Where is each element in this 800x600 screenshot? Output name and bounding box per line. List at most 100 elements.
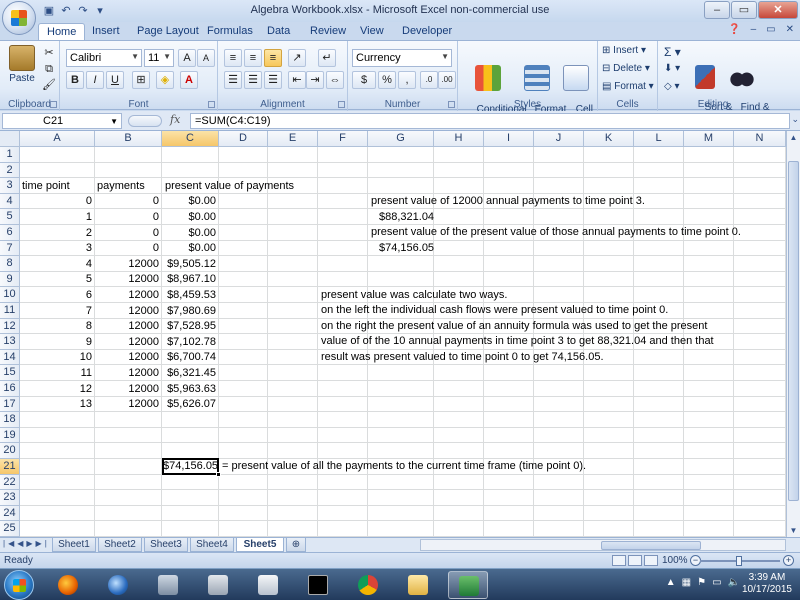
cell-g6[interactable]: present value of the present value of th…: [371, 225, 741, 240]
clear-icon[interactable]: ◇ ▾: [664, 81, 680, 92]
cell-a13[interactable]: 9: [20, 335, 95, 350]
row-header-21[interactable]: 21: [0, 459, 20, 475]
cell-b15[interactable]: 12000: [95, 366, 162, 381]
cell-g7[interactable]: $74,156.05: [379, 241, 434, 256]
column-header-g[interactable]: G: [368, 131, 434, 147]
delete-cells-button[interactable]: ⊟ Delete ▾: [602, 63, 650, 74]
scroll-up-icon[interactable]: ▲: [787, 131, 800, 144]
row-header-25[interactable]: 25: [0, 521, 20, 537]
row-header-1[interactable]: 1: [0, 147, 20, 163]
doc-minimize-icon[interactable]: –: [751, 24, 757, 35]
zoom-in-icon[interactable]: +: [783, 555, 794, 566]
taskbar-explorer[interactable]: [398, 571, 438, 599]
column-header-h[interactable]: H: [434, 131, 484, 147]
grow-font-icon[interactable]: A: [178, 49, 196, 67]
row-header-24[interactable]: 24: [0, 505, 20, 522]
orientation-icon[interactable]: ↗: [288, 49, 306, 67]
sheet-tab-2[interactable]: Sheet2: [98, 538, 142, 552]
shrink-font-icon[interactable]: A: [197, 49, 215, 67]
row-header-17[interactable]: 17: [0, 396, 20, 413]
cell-b13[interactable]: 12000: [95, 335, 162, 350]
cell-a12[interactable]: 8: [20, 319, 95, 334]
taskbar-excel[interactable]: [448, 571, 488, 599]
cell-a4[interactable]: 0: [20, 194, 95, 209]
minimize-button[interactable]: –: [704, 1, 730, 19]
taskbar-cmd[interactable]: [298, 571, 338, 599]
show-hidden-icons-icon[interactable]: ▲: [666, 577, 676, 588]
cell-c17[interactable]: $5,626.07: [162, 397, 219, 412]
column-header-i[interactable]: I: [484, 131, 534, 147]
row-header-2[interactable]: 2: [0, 162, 20, 179]
volume-icon[interactable]: 🔈: [728, 577, 740, 588]
column-header-c[interactable]: C: [162, 131, 219, 147]
cell-b14[interactable]: 12000: [95, 350, 162, 365]
sheet-tab-3[interactable]: Sheet3: [144, 538, 188, 552]
row-header-8[interactable]: 8: [0, 256, 20, 272]
insert-sheet-icon[interactable]: ⊕: [286, 538, 306, 552]
zoom-level[interactable]: 100%: [662, 555, 688, 566]
row-header-6[interactable]: 6: [0, 225, 20, 241]
taskbar-app-5[interactable]: [248, 571, 288, 599]
insert-function-button[interactable]: fx: [170, 113, 180, 126]
spreadsheet-grid[interactable]: ABCDEFGHIJKLMN 1 2 3 4 5 6 7 8 9 10 11 12 13 14 15 16 17…: [0, 131, 786, 537]
row-header-14[interactable]: 14: [0, 349, 20, 366]
cell-c6[interactable]: $0.00: [162, 226, 219, 241]
cell-b9[interactable]: 12000: [95, 272, 162, 287]
row-header-13[interactable]: 13: [0, 334, 20, 350]
taskbar-app-3[interactable]: [148, 571, 188, 599]
cell-b16[interactable]: 12000: [95, 382, 162, 397]
cell-b11[interactable]: 12000: [95, 304, 162, 319]
italic-button[interactable]: I: [86, 71, 104, 89]
cell-a11[interactable]: 7: [20, 304, 95, 319]
cell-c16[interactable]: $5,963.63: [162, 382, 219, 397]
horizontal-scroll-thumb[interactable]: [601, 541, 701, 550]
row-header-18[interactable]: 18: [0, 412, 20, 428]
column-header-j[interactable]: J: [534, 131, 584, 147]
cell-f12[interactable]: on the right the present value of an ann…: [321, 319, 707, 334]
close-button[interactable]: ✕: [758, 1, 798, 19]
cell-c5[interactable]: $0.00: [162, 210, 219, 225]
vertical-scroll-thumb[interactable]: [788, 161, 799, 501]
cell-c15[interactable]: $6,321.45: [162, 366, 219, 381]
sheet-tab-1[interactable]: Sheet1: [52, 538, 96, 552]
taskbar-chrome[interactable]: [348, 571, 388, 599]
borders-icon[interactable]: ⊞: [132, 71, 150, 89]
column-header-m[interactable]: M: [684, 131, 734, 147]
tab-insert[interactable]: Insert: [92, 23, 120, 40]
cell-c13[interactable]: $7,102.78: [162, 335, 219, 350]
cell-f10[interactable]: present value was calculate two ways.: [321, 288, 507, 303]
tab-developer[interactable]: Developer: [402, 23, 452, 40]
increase-indent-icon[interactable]: ⇥: [306, 71, 324, 89]
sheet-tab-4[interactable]: Sheet4: [190, 538, 234, 552]
cell-a15[interactable]: 11: [20, 366, 95, 381]
horizontal-scrollbar[interactable]: [420, 539, 786, 551]
cell-c8[interactable]: $9,505.12: [162, 257, 219, 272]
select-all-corner[interactable]: [0, 131, 20, 147]
column-header-n[interactable]: N: [734, 131, 786, 147]
normal-view-icon[interactable]: [612, 555, 626, 566]
row-header-19[interactable]: 19: [0, 427, 20, 444]
row-header-10[interactable]: 10: [0, 287, 20, 303]
maximize-button[interactable]: ▭: [731, 1, 757, 19]
font-launcher-icon[interactable]: [208, 101, 215, 108]
font-color-icon[interactable]: A: [180, 71, 198, 89]
format-painter-icon[interactable]: 🖌: [40, 77, 58, 95]
row-header-16[interactable]: 16: [0, 381, 20, 397]
cell-b17[interactable]: 12000: [95, 397, 162, 412]
doc-restore-icon[interactable]: ▭: [766, 24, 775, 35]
cell-b7[interactable]: 0: [95, 241, 162, 256]
clipboard-launcher-icon[interactable]: [50, 101, 57, 108]
number-launcher-icon[interactable]: [448, 101, 455, 108]
format-cells-button[interactable]: ▤ Format ▾: [602, 81, 654, 92]
zoom-slider-knob[interactable]: [736, 556, 742, 566]
align-middle-icon[interactable]: ≡: [244, 49, 262, 67]
cell-a6[interactable]: 2: [20, 226, 95, 241]
network-icon[interactable]: ▦: [682, 577, 691, 588]
paste-button[interactable]: Paste: [6, 45, 38, 84]
sheet-tab-5[interactable]: Sheet5: [236, 538, 284, 552]
tab-view[interactable]: View: [360, 23, 384, 40]
row-header-5[interactable]: 5: [0, 209, 20, 225]
zoom-slider[interactable]: [700, 556, 780, 566]
row-header-12[interactable]: 12: [0, 318, 20, 335]
fill-color-icon[interactable]: ◈: [156, 71, 174, 89]
